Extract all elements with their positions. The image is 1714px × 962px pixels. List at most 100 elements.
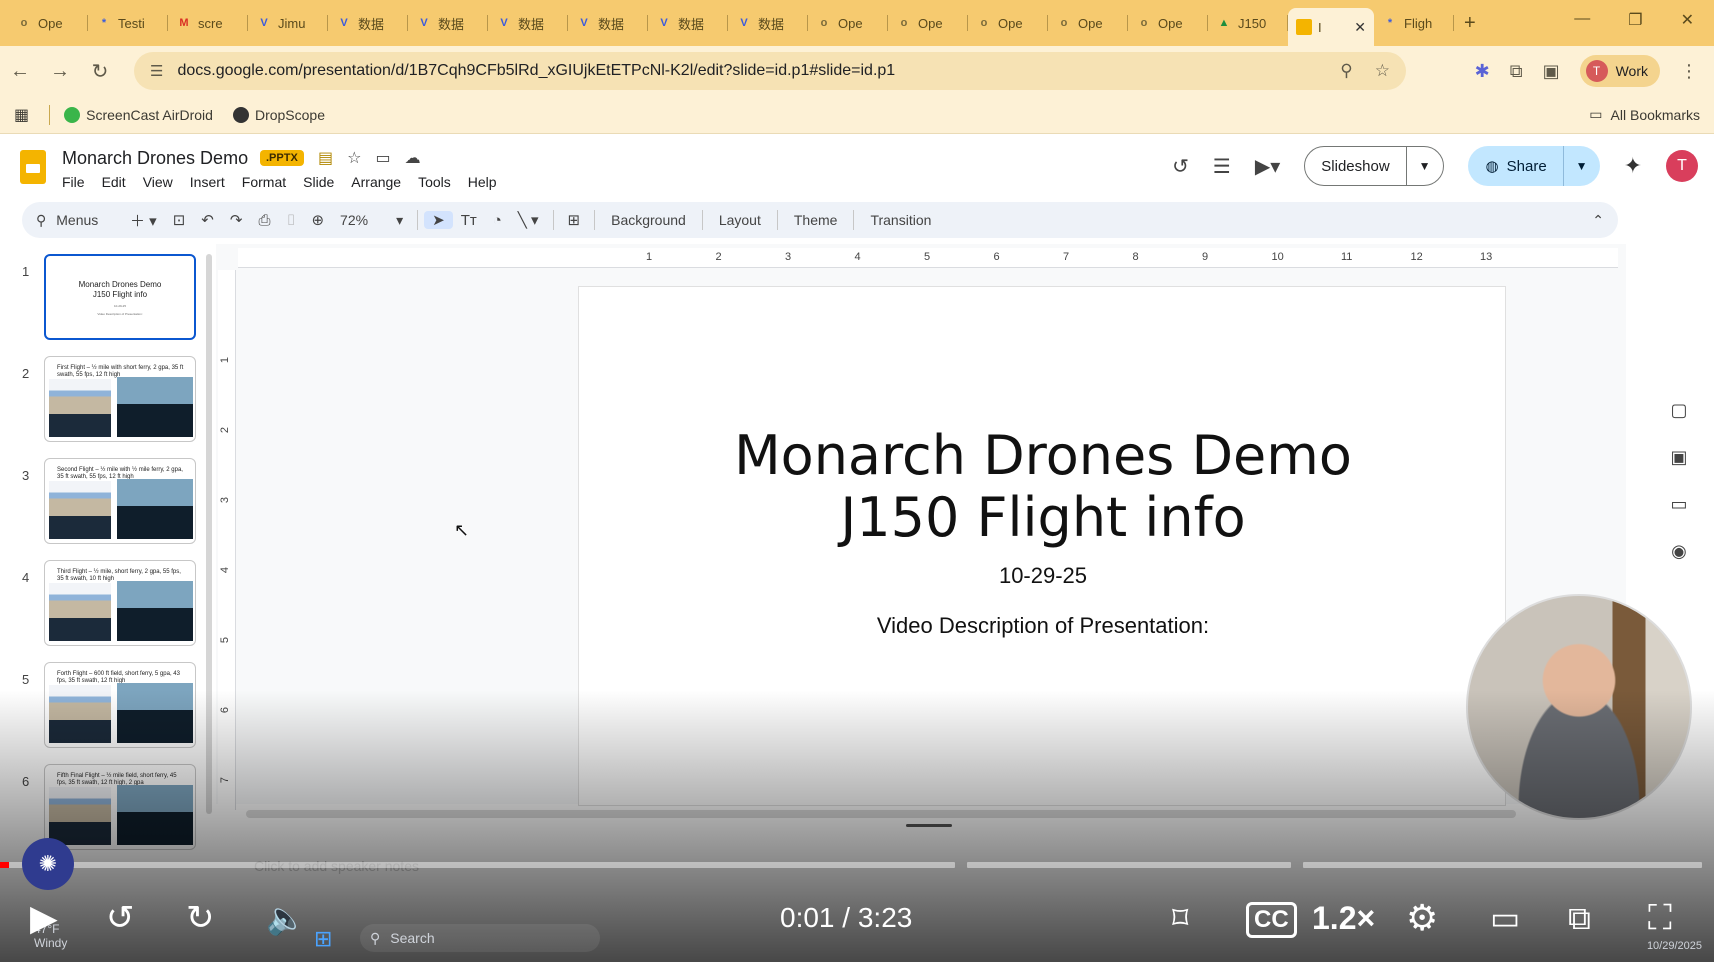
menu-tools[interactable]: Tools xyxy=(418,174,451,190)
zoom-icon[interactable]: ⚲ xyxy=(1340,61,1352,81)
video-progress-bar[interactable] xyxy=(0,862,1714,868)
slideshow-button[interactable]: Slideshow ▼ xyxy=(1304,146,1444,186)
browser-tab[interactable]: o Ope xyxy=(8,7,88,39)
menu-format[interactable]: Format xyxy=(242,174,286,190)
browser-tab[interactable]: o Ope xyxy=(808,7,888,39)
bookmark-dropscope[interactable]: DropScope xyxy=(232,106,325,123)
layout-button[interactable]: Layout xyxy=(709,212,771,228)
browser-tab[interactable]: V 数据 xyxy=(408,7,488,39)
maps-icon[interactable]: ◉ xyxy=(1671,541,1687,562)
browser-tab-active[interactable]: I ✕ xyxy=(1288,8,1374,46)
slide-thumbnail[interactable]: Third Flight – ½ mile, short ferry, 2 gp… xyxy=(44,560,196,646)
volume-icon[interactable]: 🔈 xyxy=(266,890,306,946)
text-box-icon[interactable]: Tт xyxy=(453,212,485,229)
chapter-segment[interactable] xyxy=(966,862,1292,868)
site-info-icon[interactable]: ☰ xyxy=(150,62,163,80)
slide-title-line-2[interactable]: J150 Flight info xyxy=(579,487,1507,549)
forward-5-icon[interactable]: ↻ xyxy=(186,890,215,946)
redo-icon[interactable]: ↷ xyxy=(222,211,251,229)
bookmark-screencast[interactable]: ScreenCast AirDroid xyxy=(64,106,213,123)
browser-tab[interactable]: o Ope xyxy=(968,7,1048,39)
theme-button[interactable]: Theme xyxy=(784,212,848,228)
back-icon[interactable]: ← xyxy=(0,60,40,83)
menu-file[interactable]: File xyxy=(62,174,85,190)
slide-thumbnail[interactable]: First Flight – ½ mile with short ferry, … xyxy=(44,356,196,442)
filmstrip-slide-1[interactable]: 1 Monarch Drones Demo J150 Flight info 10-2… xyxy=(0,242,212,340)
import-slide-icon[interactable]: ⊡ xyxy=(165,211,194,229)
browser-tab[interactable]: V Jimu xyxy=(248,7,328,39)
fullscreen-icon[interactable]: ⛶ xyxy=(1648,890,1672,946)
menu-edit[interactable]: Edit xyxy=(102,174,126,190)
bookmark-star-icon[interactable]: ☆ xyxy=(1375,61,1390,81)
captions-icon[interactable]: CC xyxy=(1246,902,1297,938)
keep-icon[interactable]: ▢ xyxy=(1670,400,1687,421)
rewind-5-icon[interactable]: ↺ xyxy=(106,890,135,946)
browser-tab[interactable]: o Ope xyxy=(888,7,968,39)
line-icon[interactable]: ╲ ▾ xyxy=(510,211,547,229)
slideshow-label[interactable]: Slideshow xyxy=(1305,147,1407,185)
menu-arrange[interactable]: Arrange xyxy=(351,174,401,190)
settings-gear-icon[interactable]: ⚙ xyxy=(1406,890,1438,946)
add-comment-icon[interactable]: ⊞ xyxy=(560,211,589,229)
puzzle-icon[interactable]: ⧉ xyxy=(1510,61,1523,82)
menu-slide[interactable]: Slide xyxy=(303,174,334,190)
filmstrip-slide-3[interactable]: 3 Second Flight – ½ mile with ½ mile ferr… xyxy=(0,446,212,544)
new-tab-icon[interactable]: + xyxy=(1464,12,1476,35)
browser-tab[interactable]: V 数据 xyxy=(648,7,728,39)
theater-mode-icon[interactable]: ▭ xyxy=(1490,890,1520,946)
slide-thumbnail[interactable]: Second Flight – ½ mile with ½ mile ferry… xyxy=(44,458,196,544)
playback-speed[interactable]: 1.2× xyxy=(1312,890,1375,946)
new-slide-icon[interactable]: ＋ ▾ xyxy=(122,210,165,231)
star-icon[interactable]: ☆ xyxy=(347,148,361,168)
forward-icon[interactable]: → xyxy=(40,60,80,83)
chevron-down-icon[interactable]: ▼ xyxy=(1407,159,1443,173)
collapse-toolbar-icon[interactable]: ⌃ xyxy=(1592,212,1604,229)
browser-tab[interactable]: * Testi xyxy=(88,7,168,39)
minimize-icon[interactable]: — xyxy=(1574,10,1590,30)
browser-tab[interactable]: V 数据 xyxy=(328,7,408,39)
browser-tab[interactable]: * Fligh xyxy=(1374,7,1454,39)
save-to-playlist-icon[interactable]: ⌑ xyxy=(1172,890,1188,946)
extension-icon[interactable]: ✱ xyxy=(1475,61,1490,82)
tasks-icon[interactable]: ▣ xyxy=(1670,447,1687,468)
paint-format-icon[interactable]: ⌷ xyxy=(278,212,303,229)
assistant-bubble-icon[interactable]: ✺ xyxy=(22,838,74,890)
url-text[interactable]: docs.google.com/presentation/d/1B7Cqh9CF… xyxy=(177,62,895,80)
all-bookmarks-button[interactable]: ▭ All Bookmarks xyxy=(1589,106,1700,123)
share-button[interactable]: ◍ Share ▼ xyxy=(1467,146,1600,186)
slide-date[interactable]: 10-29-25 xyxy=(579,563,1507,589)
background-button[interactable]: Background xyxy=(601,212,696,228)
user-avatar[interactable]: T xyxy=(1666,150,1698,182)
slide-description[interactable]: Video Description of Presentation: xyxy=(579,613,1507,639)
chevron-down-icon[interactable]: ▼ xyxy=(1564,159,1600,173)
select-cursor-icon[interactable]: ➤ xyxy=(424,211,453,229)
slides-logo-icon[interactable] xyxy=(20,150,46,184)
shape-icon[interactable]: ◔ xyxy=(485,212,510,229)
browser-tab[interactable]: V 数据 xyxy=(488,7,568,39)
more-menu-icon[interactable]: ⋮ xyxy=(1680,61,1698,82)
maximize-icon[interactable]: ❐ xyxy=(1628,10,1642,30)
address-bar[interactable]: ☰ docs.google.com/presentation/d/1B7Cqh9… xyxy=(134,52,1406,90)
close-tab-icon[interactable]: ✕ xyxy=(1354,19,1366,36)
menu-help[interactable]: Help xyxy=(468,174,497,190)
zoom-select[interactable]: 72% ▾ xyxy=(332,212,411,229)
cloud-saved-icon[interactable]: ☁ xyxy=(405,148,421,168)
filmstrip-slide-4[interactable]: 4 Third Flight – ½ mile, short ferry, 2 g… xyxy=(0,548,212,646)
document-title[interactable]: Monarch Drones Demo xyxy=(62,148,248,169)
chapter-segment[interactable] xyxy=(0,862,955,868)
version-history-icon[interactable]: ↺ xyxy=(1172,154,1189,179)
browser-tab[interactable]: ▲ J150 xyxy=(1208,7,1288,39)
browser-tab[interactable]: Mscre xyxy=(168,7,248,39)
browser-tab[interactable]: o Ope xyxy=(1048,7,1128,39)
folder-icon[interactable]: ▭ xyxy=(1670,494,1687,515)
profile-button[interactable]: T Work xyxy=(1579,55,1660,87)
apps-grid-icon[interactable]: ▦ xyxy=(14,105,29,125)
browser-tab[interactable]: o Ope xyxy=(1128,7,1208,39)
zoom-icon[interactable]: ⊕ xyxy=(303,211,332,229)
meet-video-icon[interactable]: ▶▾ xyxy=(1255,154,1280,179)
filmstrip-slide-2[interactable]: 2 First Flight – ½ mile with short ferry,… xyxy=(0,344,212,442)
menu-view[interactable]: View xyxy=(143,174,173,190)
transition-button[interactable]: Transition xyxy=(860,212,941,228)
slide-thumbnail[interactable]: Monarch Drones Demo J150 Flight info 10-29… xyxy=(44,254,196,340)
menu-insert[interactable]: Insert xyxy=(190,174,225,190)
